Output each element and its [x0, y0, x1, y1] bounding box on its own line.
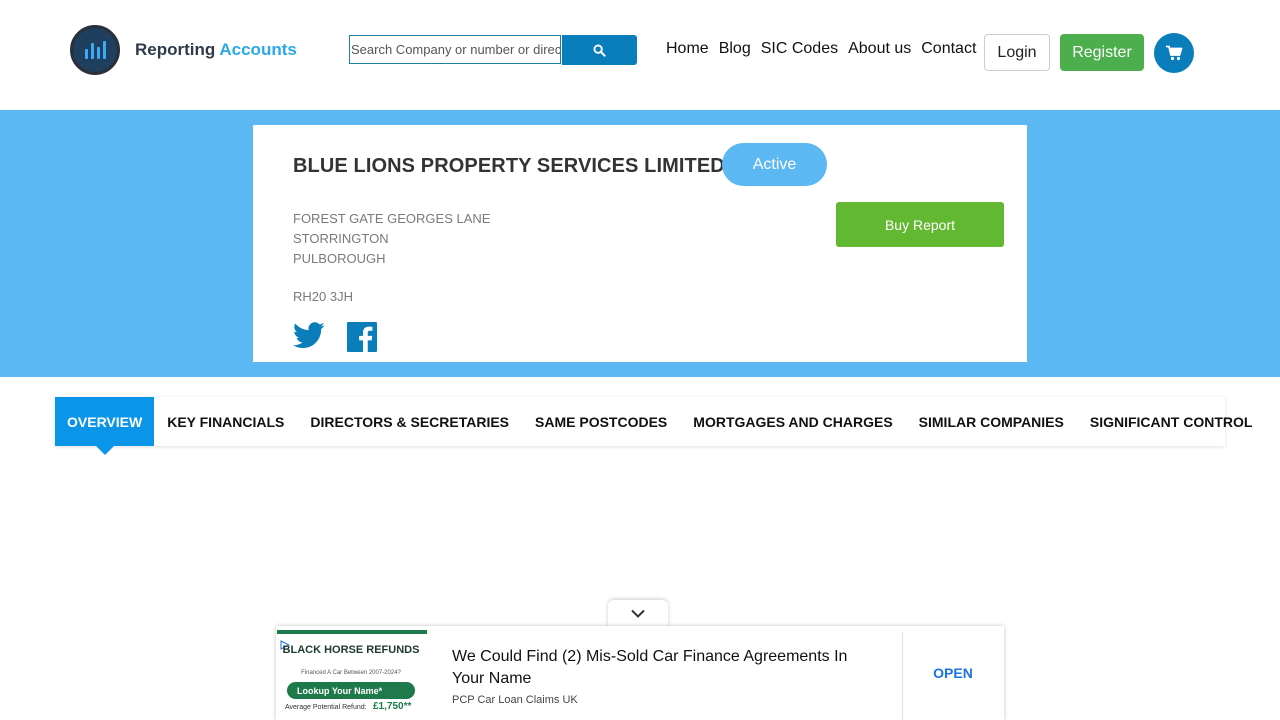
address-line: FOREST GATE GEORGES LANE — [293, 211, 491, 226]
ad-cta: Lookup Your Name* — [287, 682, 415, 699]
cart-icon — [1166, 45, 1183, 61]
logo-text-accent: Accounts — [219, 40, 297, 59]
facebook-icon[interactable] — [347, 322, 377, 352]
search-input[interactable] — [349, 35, 561, 64]
search-icon — [593, 43, 606, 57]
logo-text-primary: Reporting — [135, 40, 216, 59]
nav-about-us[interactable]: About us — [848, 40, 911, 58]
tab-similar-companies[interactable]: SIMILAR COMPANIES — [906, 397, 1077, 446]
company-tabs: OVERVIEW KEY FINANCIALS DIRECTORS & SECR… — [55, 397, 1252, 455]
site-header: Reporting Accounts Home Blog SIC Codes A… — [0, 0, 1280, 110]
ad-refund-label: Average Potential Refund: — [285, 704, 367, 711]
address-line: PULBOROUGH — [293, 251, 386, 266]
search-form — [349, 35, 637, 65]
search-button[interactable] — [562, 35, 637, 65]
ad-banner[interactable]: BLACK HORSE REFUNDS Financed A Car Betwe… — [276, 626, 1004, 720]
cart-button[interactable] — [1154, 33, 1194, 73]
tab-directors-secretaries[interactable]: DIRECTORS & SECRETARIES — [297, 397, 522, 446]
ad-headline[interactable]: We Could Find (2) Mis-Sold Car Finance A… — [452, 646, 872, 690]
logo-chart-icon — [70, 25, 120, 75]
login-button[interactable]: Login — [984, 34, 1050, 71]
ad-brand: BLACK HORSE REFUNDS — [282, 644, 420, 656]
ad-subtitle: Financed A Car Between 2007-2024? — [301, 670, 401, 676]
nav-sic-codes[interactable]: SIC Codes — [761, 40, 838, 58]
tab-mortgages-charges[interactable]: MORTGAGES AND CHARGES — [680, 397, 905, 446]
main-nav: Home Blog SIC Codes About us Contact — [666, 40, 976, 58]
tab-overview[interactable]: OVERVIEW — [55, 397, 155, 455]
tab-same-postcodes[interactable]: SAME POSTCODES — [522, 397, 680, 446]
tab-key-financials[interactable]: KEY FINANCIALS — [154, 397, 297, 446]
nav-blog[interactable]: Blog — [719, 40, 751, 58]
address-line: STORRINGTON — [293, 231, 389, 246]
twitter-icon[interactable] — [293, 322, 325, 349]
ad-source: PCP Car Loan Claims UK — [452, 694, 578, 706]
company-card: BLUE LIONS PROPERTY SERVICES LIMITED Act… — [253, 125, 1027, 362]
register-button[interactable]: Register — [1060, 34, 1144, 71]
ad-open-button[interactable]: OPEN — [902, 626, 1004, 720]
company-hero: BLUE LIONS PROPERTY SERVICES LIMITED Act… — [0, 110, 1280, 377]
company-name: BLUE LIONS PROPERTY SERVICES LIMITED — [293, 155, 725, 177]
logo-text: Reporting Accounts — [135, 40, 297, 60]
chevron-down-icon — [631, 609, 645, 618]
company-address: FOREST GATE GEORGES LANE STORRINGTON PUL… — [293, 209, 490, 269]
company-postcode: RH20 3JH — [293, 289, 353, 304]
nav-home[interactable]: Home — [666, 40, 709, 58]
ad-collapse-button[interactable] — [608, 600, 668, 627]
buy-report-button[interactable]: Buy Report — [836, 202, 1004, 247]
logo[interactable]: Reporting Accounts — [70, 25, 297, 75]
ad-refund-amount: £1,750** — [373, 701, 412, 712]
social-share — [293, 322, 377, 352]
ad-image[interactable]: BLACK HORSE REFUNDS Financed A Car Betwe… — [277, 630, 427, 720]
status-badge: Active — [722, 143, 827, 186]
tab-significant-control[interactable]: SIGNIFICANT CONTROL — [1077, 397, 1266, 446]
nav-contact[interactable]: Contact — [921, 40, 976, 58]
